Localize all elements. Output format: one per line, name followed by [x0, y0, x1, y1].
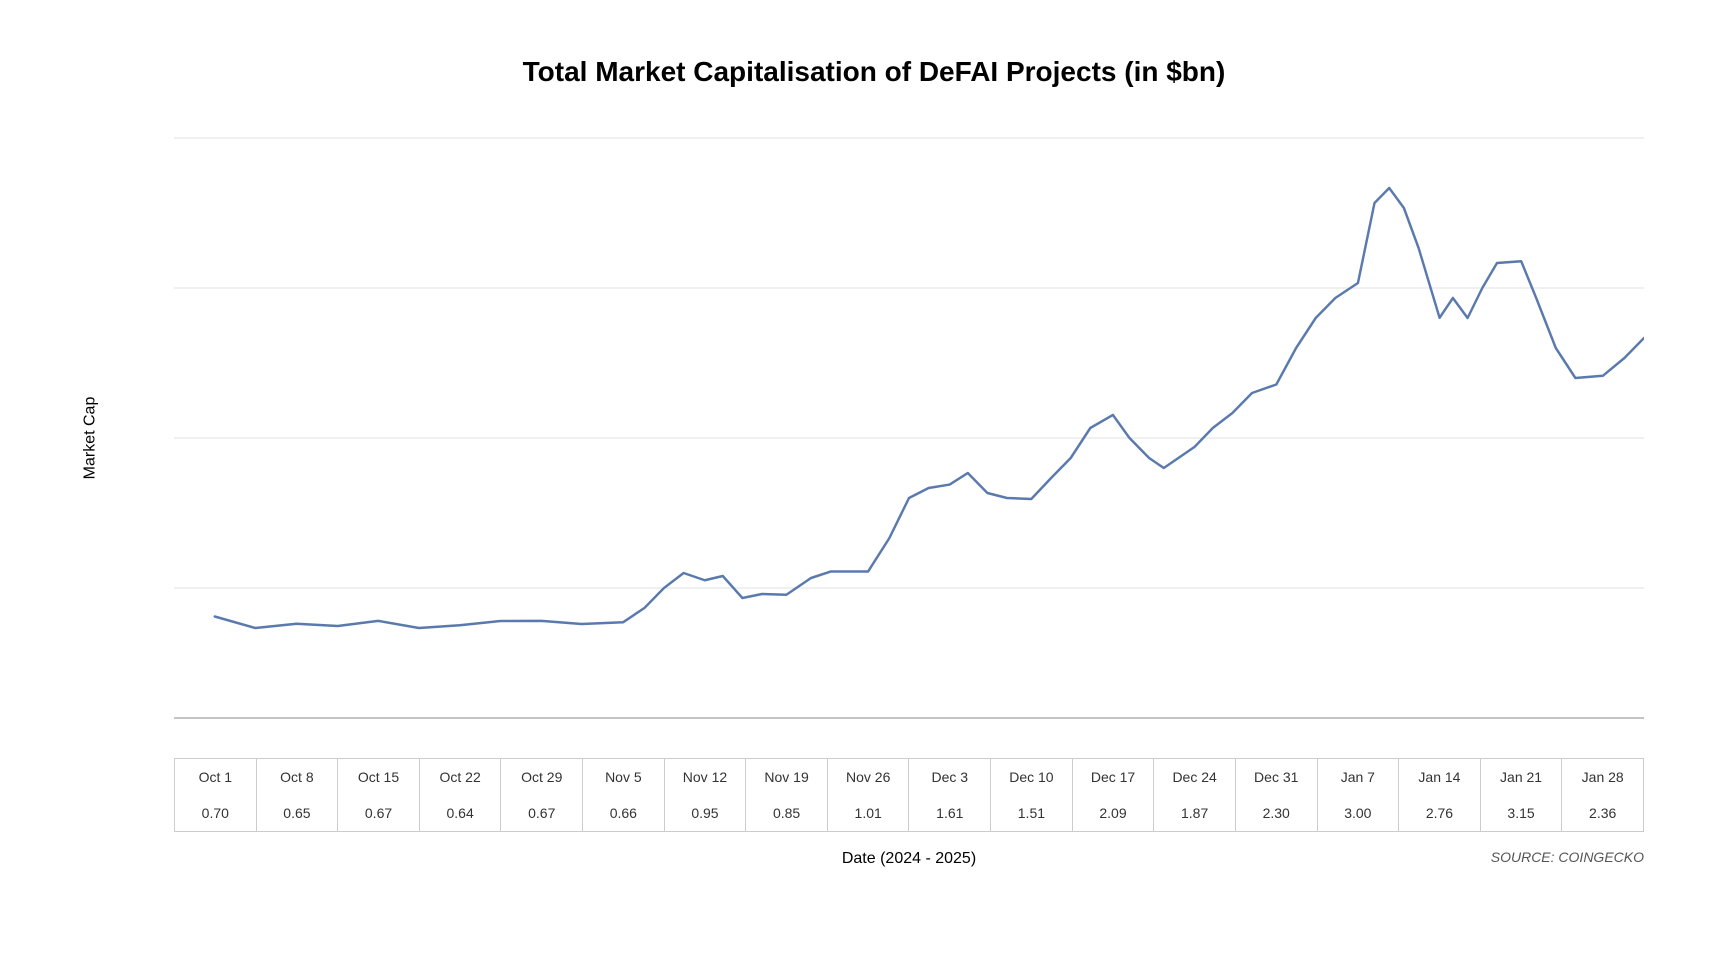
value-cell: 0.65	[256, 795, 338, 832]
date-cell: Jan 14	[1399, 759, 1481, 796]
date-cell: Oct 1	[175, 759, 257, 796]
source-label: SOURCE: COINGECKO	[1277, 849, 1645, 865]
date-cell: Jan 21	[1480, 759, 1562, 796]
date-cell: Oct 8	[256, 759, 338, 796]
chart-title: Total Market Capitalisation of DeFAI Pro…	[104, 56, 1644, 88]
date-cell: Oct 29	[501, 759, 583, 796]
date-cell: Dec 10	[991, 759, 1073, 796]
value-cell: 0.70	[175, 795, 257, 832]
date-cell: Jan 28	[1562, 759, 1644, 796]
date-cell: Nov 26	[827, 759, 909, 796]
value-cell: 0.67	[501, 795, 583, 832]
value-cell: 0.64	[419, 795, 501, 832]
data-table-section: Oct 1 Oct 8 Oct 15 Oct 22 Oct 29 Nov 5 N…	[174, 758, 1644, 868]
value-row: 0.70 0.65 0.67 0.64 0.67 0.66 0.95 0.85 …	[175, 795, 1644, 832]
value-cell: 1.87	[1154, 795, 1236, 832]
value-cell: 1.61	[909, 795, 991, 832]
date-row: Oct 1 Oct 8 Oct 15 Oct 22 Oct 29 Nov 5 N…	[175, 759, 1644, 796]
value-cell: 3.00	[1317, 795, 1399, 832]
date-cell: Oct 22	[419, 759, 501, 796]
market-cap-line	[215, 188, 1644, 628]
value-cell: 2.30	[1235, 795, 1317, 832]
value-cell: 0.66	[583, 795, 665, 832]
value-cell: 0.67	[338, 795, 420, 832]
data-table: Oct 1 Oct 8 Oct 15 Oct 22 Oct 29 Nov 5 N…	[174, 758, 1644, 832]
chart-container: Total Market Capitalisation of DeFAI Pro…	[24, 16, 1704, 956]
date-cell: Dec 24	[1154, 759, 1236, 796]
date-cell: Dec 17	[1072, 759, 1154, 796]
value-cell: 1.51	[991, 795, 1073, 832]
date-cell: Jan 7	[1317, 759, 1399, 796]
value-cell: 2.76	[1399, 795, 1481, 832]
line-chart: 4.00 3.00 2.00 1.00 0.00	[174, 118, 1644, 758]
date-cell: Dec 31	[1235, 759, 1317, 796]
y-axis-label: Market Cap	[81, 397, 99, 480]
value-cell: 0.95	[664, 795, 746, 832]
value-cell: 2.09	[1072, 795, 1154, 832]
value-cell: 0.85	[746, 795, 828, 832]
date-cell: Nov 12	[664, 759, 746, 796]
value-cell: 1.01	[827, 795, 909, 832]
date-cell: Nov 19	[746, 759, 828, 796]
x-axis-label: Date (2024 - 2025)	[542, 850, 1277, 868]
date-cell: Nov 5	[583, 759, 665, 796]
date-cell: Oct 15	[338, 759, 420, 796]
value-cell: 2.36	[1562, 795, 1644, 832]
date-cell: Dec 3	[909, 759, 991, 796]
value-cell: 3.15	[1480, 795, 1562, 832]
